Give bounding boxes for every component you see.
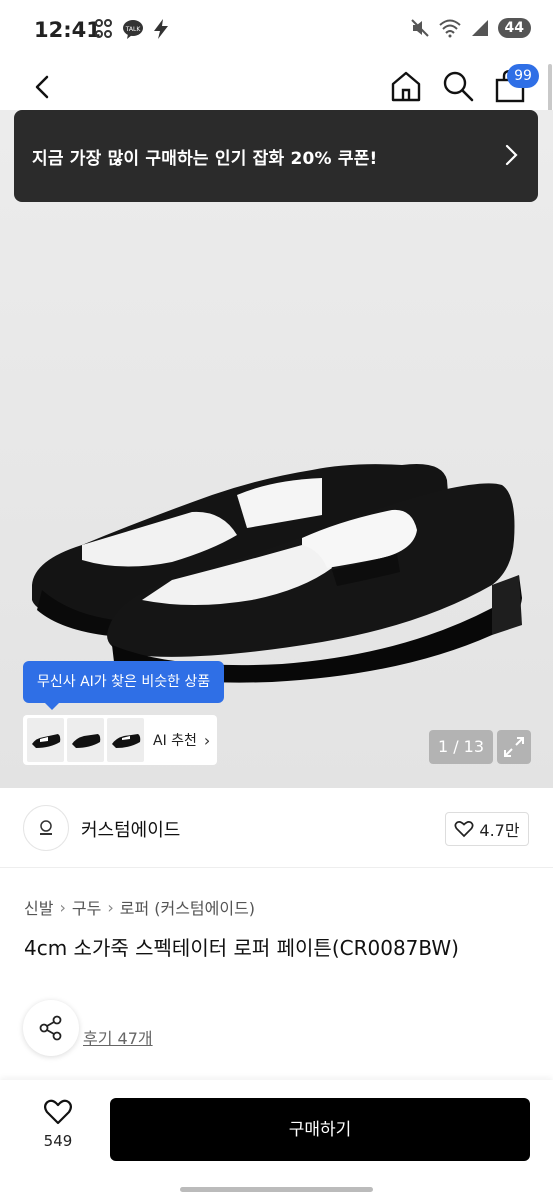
- top-nav: [0, 64, 553, 110]
- heart-icon: [454, 820, 474, 838]
- brand-like-count: 4.7만: [479, 821, 520, 840]
- expand-icon: [504, 737, 524, 757]
- ai-thumbnail: [107, 718, 144, 762]
- breadcrumb-item[interactable]: 로퍼 (커스텀에이드): [120, 895, 255, 919]
- home-indicator[interactable]: [180, 1187, 373, 1192]
- gallery-counter: 1 / 13: [429, 730, 493, 764]
- share-button[interactable]: [23, 1000, 79, 1056]
- coupon-text: 지금 가장 많이 구매하는 인기 잡화 20% 쿠폰!: [32, 149, 378, 169]
- chevron-right-icon: ›: [203, 730, 211, 750]
- chevron-right-icon: ›: [59, 897, 66, 917]
- product-image: [32, 464, 522, 683]
- status-left-icons: TALK: [94, 18, 170, 40]
- home-button[interactable]: [388, 68, 424, 104]
- ai-similar-tag: 무신사 AI가 찾은 비슷한 상품: [23, 661, 225, 710]
- wifi-icon: [438, 19, 461, 38]
- chevron-right-icon: [505, 144, 518, 166]
- wish-count: 549: [43, 1132, 73, 1150]
- mute-icon: [410, 19, 429, 37]
- ai-recommend-label: AI 추천: [153, 733, 197, 749]
- cart-badge: 99: [507, 64, 539, 88]
- status-time: 12:41: [34, 18, 101, 42]
- brand-logo-icon: [40, 820, 52, 835]
- brand-like-button[interactable]: 4.7만: [445, 812, 529, 846]
- share-icon: [39, 1015, 62, 1041]
- bolt-icon: [154, 19, 168, 39]
- home-icon: [391, 71, 421, 102]
- shoe-thumbnail-icon: [111, 734, 140, 748]
- ai-thumbnail: [67, 718, 104, 762]
- review-link[interactable]: 후기 47개: [83, 1025, 153, 1049]
- breadcrumb-item[interactable]: 구두: [72, 895, 101, 919]
- chevron-left-icon: [35, 75, 49, 99]
- back-button[interactable]: [26, 70, 60, 104]
- shoe-thumbnail-icon: [71, 734, 100, 748]
- battery-indicator: 44: [497, 18, 531, 38]
- ai-thumbnail: [27, 718, 64, 762]
- brand-row: 커스텀에이드 4.7만: [0, 788, 553, 868]
- bottom-action-bar: 549 구매하기: [0, 1080, 553, 1200]
- shoe-thumbnail-icon: [31, 734, 60, 748]
- breadcrumb-item[interactable]: 신발: [24, 895, 53, 919]
- brand-logo[interactable]: [23, 805, 69, 851]
- expand-button[interactable]: [497, 730, 531, 764]
- status-right-icons: 44: [410, 18, 531, 38]
- coupon-banner[interactable]: 지금 가장 많이 구매하는 인기 잡화 20% 쿠폰!: [14, 110, 538, 202]
- signal-icon: [471, 20, 488, 36]
- ai-recommend-button[interactable]: AI 추천 ›: [23, 715, 217, 765]
- heart-icon: [44, 1099, 72, 1125]
- product-title: 4cm 소가죽 스펙테이터 로퍼 페이튼(CR0087BW): [24, 936, 459, 960]
- kakaotalk-icon: TALK: [123, 20, 143, 39]
- status-bar: 12:41 TALK 44: [0, 0, 553, 64]
- quota-icon: [95, 19, 112, 38]
- chevron-right-icon: ›: [107, 897, 114, 917]
- breadcrumb: 신발 › 구두 › 로퍼 (커스텀에이드): [24, 895, 255, 919]
- svg-text:TALK: TALK: [125, 26, 142, 33]
- search-button[interactable]: [440, 68, 476, 104]
- brand-name[interactable]: 커스텀에이드: [81, 816, 180, 842]
- buy-button[interactable]: 구매하기: [110, 1098, 530, 1161]
- wish-button[interactable]: 549: [30, 1098, 86, 1160]
- search-icon: [443, 71, 474, 102]
